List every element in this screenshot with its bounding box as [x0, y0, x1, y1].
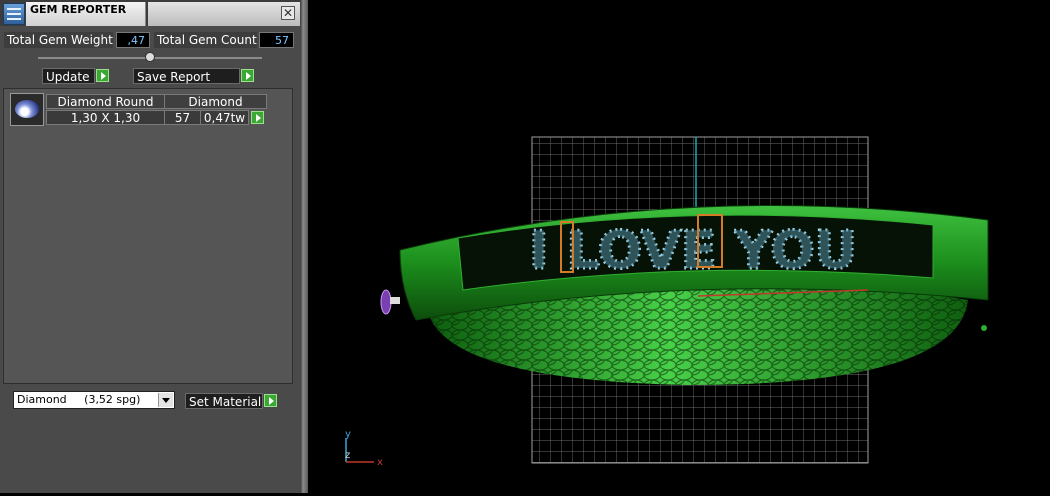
update-go-icon[interactable]	[96, 69, 109, 82]
total-gem-weight-value: ,47	[116, 32, 150, 48]
purple-manipulator-handle[interactable]	[380, 289, 392, 315]
material-select[interactable]: Diamond (3,52 spg)	[13, 391, 175, 409]
divider-slider-handle[interactable]	[145, 52, 155, 62]
gem-weight-cell: 0,47tw	[200, 110, 249, 125]
manipulator-stem	[390, 297, 400, 304]
panel-splitter[interactable]	[300, 0, 308, 493]
y-axis-label: y	[345, 429, 351, 440]
chevron-down-icon[interactable]	[158, 393, 173, 407]
material-select-value: Diamond (3,52 spg)	[17, 393, 141, 406]
gem-reporter-panel: GEM REPORTER ✕ Total Gem Weight ,47 Tota…	[0, 0, 300, 493]
z-axis-label: z	[345, 450, 350, 461]
panel-title: GEM REPORTER	[26, 2, 146, 26]
axis-gizmo: y z x	[345, 429, 383, 468]
gem-list[interactable]	[3, 88, 293, 384]
total-gem-count-label: Total Gem Count	[154, 32, 257, 48]
update-button[interactable]: Update	[42, 68, 95, 84]
gem-count-cell: 57	[164, 110, 201, 125]
gem-reporter-app-icon	[3, 3, 25, 25]
title-bar[interactable]: GEM REPORTER ✕	[0, 0, 300, 26]
gem-size-cell: 1,30 X 1,30	[46, 110, 165, 125]
gem-material-header: Diamond	[164, 94, 267, 109]
set-material-go-icon[interactable]	[264, 394, 277, 407]
3d-viewport[interactable]: I LOVE YOU I LOVE YOU y z x	[308, 0, 1050, 493]
ring-engraving-fill: I LOVE YOU	[529, 221, 857, 281]
gem-shape-header: Diamond Round	[46, 94, 165, 109]
viewport-canvas[interactable]: I LOVE YOU I LOVE YOU y z x	[308, 0, 1050, 493]
total-gem-count-value: 57	[259, 32, 294, 48]
manipulator-dot[interactable]	[981, 325, 987, 331]
total-gem-weight-label: Total Gem Weight	[4, 32, 113, 48]
round-diamond-icon[interactable]	[10, 93, 44, 126]
title-bar-fill	[148, 2, 300, 26]
save-report-go-icon[interactable]	[241, 69, 254, 82]
close-icon[interactable]: ✕	[281, 6, 295, 20]
set-material-button[interactable]: Set Material	[185, 393, 263, 409]
gem-row-go-icon[interactable]	[251, 111, 264, 124]
save-report-button[interactable]: Save Report	[133, 68, 240, 84]
x-axis-label: x	[377, 457, 383, 468]
